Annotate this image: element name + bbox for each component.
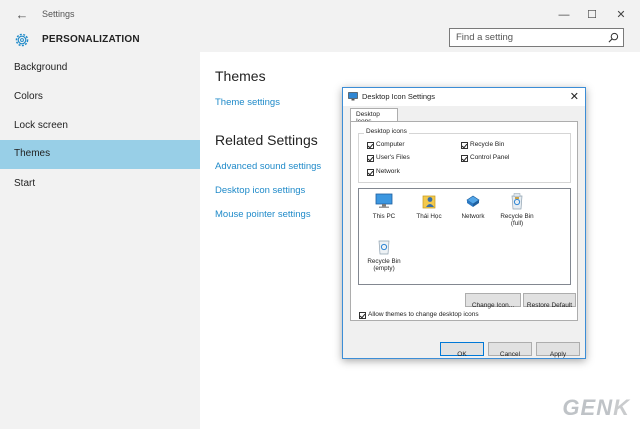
maximize-button[interactable]: ☐ xyxy=(583,6,601,24)
this-pc-item[interactable]: This PC xyxy=(362,191,406,220)
icon-label: Recycle Bin (empty) xyxy=(367,258,401,272)
watermark-text-k: K xyxy=(613,395,630,420)
search-placeholder: Find a setting xyxy=(456,32,514,43)
sidebar-item-label: Background xyxy=(14,62,68,73)
dialog-titlebar: Desktop Icon Settings ✕ xyxy=(343,88,585,106)
themes-heading: Themes xyxy=(215,68,266,84)
checkbox-label: Allow themes to change desktop icons xyxy=(368,311,479,318)
watermark-text: GEN xyxy=(562,395,614,420)
recycle-bin-full-item[interactable]: Recycle Bin (full) xyxy=(495,191,539,227)
desktop-icon xyxy=(348,92,358,101)
checkbox-label: Recycle Bin xyxy=(470,141,505,148)
icon-label: Thái Học xyxy=(416,213,442,220)
user-folder-icon xyxy=(422,195,436,209)
search-icon[interactable] xyxy=(608,32,619,43)
restore-default-button[interactable]: Restore Default xyxy=(523,293,576,309)
related-settings-heading: Related Settings xyxy=(215,132,318,148)
apply-button[interactable]: Apply xyxy=(536,342,580,358)
user-folder-item[interactable]: Thái Học xyxy=(407,191,451,220)
search-input[interactable]: Find a setting xyxy=(449,28,624,47)
checkbox-label: User's Files xyxy=(376,154,410,161)
sidebar-item-start[interactable]: Start xyxy=(0,170,200,199)
icon-label: This PC xyxy=(372,213,396,220)
desktop-icon-settings-link[interactable]: Desktop icon settings xyxy=(215,185,305,196)
recycle-bin-empty-icon xyxy=(378,240,390,255)
dialog-title: Desktop Icon Settings xyxy=(362,92,435,101)
checkbox-checked xyxy=(461,155,468,162)
computer-icon xyxy=(375,193,393,208)
change-icon-button[interactable]: Change Icon... xyxy=(465,293,521,309)
network-icon xyxy=(466,195,480,207)
checkbox-checked xyxy=(367,169,374,176)
advanced-sound-settings-link[interactable]: Advanced sound settings xyxy=(215,161,321,172)
minimize-button[interactable]: — xyxy=(555,6,573,24)
sidebar-item-background[interactable]: Background xyxy=(0,54,200,83)
close-button[interactable]: ✕ xyxy=(612,6,630,24)
settings-window: ← Settings — ☐ ✕ PERSONALIZATION Find a … xyxy=(0,0,640,429)
checkbox-label: Network xyxy=(376,168,400,175)
ok-button[interactable]: OK xyxy=(440,342,484,358)
button-label: Change Icon... xyxy=(471,302,515,309)
sidebar-item-label: Themes xyxy=(14,148,51,159)
checkbox-label: Control Panel xyxy=(470,154,510,161)
button-label: Restore Default xyxy=(526,302,573,309)
sidebar: Background Colors Lock screen Themes Sta… xyxy=(0,52,200,429)
icon-label: Recycle Bin (full) xyxy=(500,213,534,227)
checkbox-checked xyxy=(367,142,374,149)
group-label: Desktop icons xyxy=(364,128,409,135)
checkbox-checked xyxy=(367,155,374,162)
page-title: PERSONALIZATION xyxy=(42,34,140,45)
sidebar-item-label: Start xyxy=(14,178,36,189)
gear-icon xyxy=(15,33,29,47)
button-label: Cancel xyxy=(499,351,521,358)
network-item[interactable]: Network xyxy=(451,191,495,220)
sidebar-item-label: Colors xyxy=(14,91,43,102)
genk-watermark: GENK xyxy=(562,395,630,421)
sidebar-item-colors[interactable]: Colors xyxy=(0,83,200,112)
sidebar-item-label: Lock screen xyxy=(14,120,68,131)
desktop-icons-group: Desktop icons Computer Recycle Bin User'… xyxy=(358,128,571,183)
theme-settings-link[interactable]: Theme settings xyxy=(215,97,280,108)
button-label: Apply xyxy=(549,351,567,358)
window-title: Settings xyxy=(42,9,75,19)
checkbox-label: Computer xyxy=(376,141,405,148)
icon-label: Network xyxy=(461,213,485,220)
recycle-bin-full-icon xyxy=(511,193,523,210)
tab-panel: Desktop icons Computer Recycle Bin User'… xyxy=(350,121,578,321)
sidebar-item-themes[interactable]: Themes xyxy=(0,140,200,169)
button-label: OK xyxy=(457,351,467,358)
checkbox-checked xyxy=(461,142,468,149)
mouse-pointer-settings-link[interactable]: Mouse pointer settings xyxy=(215,209,311,220)
window-titlebar: ← Settings — ☐ ✕ xyxy=(0,0,640,30)
sidebar-item-lock-screen[interactable]: Lock screen xyxy=(0,112,200,141)
dialog-close-button[interactable]: ✕ xyxy=(570,90,579,104)
desktop-icons-list[interactable]: This PC Thái Học Network Recycle Bin (fu… xyxy=(358,188,571,285)
tab-desktop-icons[interactable]: Desktop Icons xyxy=(350,108,398,125)
checkbox-checked xyxy=(359,312,366,319)
cancel-button[interactable]: Cancel xyxy=(488,342,532,358)
recycle-bin-empty-item[interactable]: Recycle Bin (empty) xyxy=(362,236,406,272)
desktop-icon-settings-dialog: Desktop Icon Settings ✕ Desktop Icons De… xyxy=(342,87,586,359)
back-arrow-icon[interactable]: ← xyxy=(14,7,30,23)
